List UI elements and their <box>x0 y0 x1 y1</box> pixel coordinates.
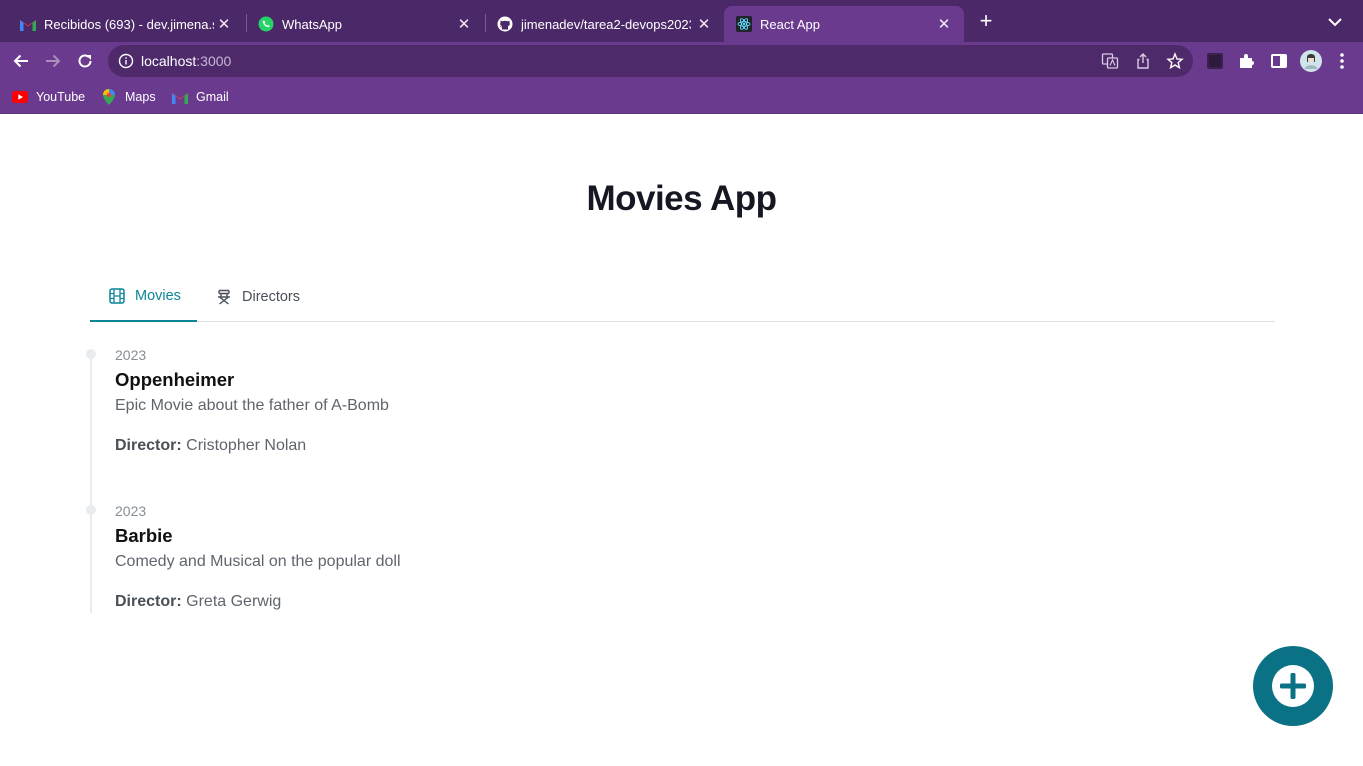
close-icon[interactable]: ✕ <box>454 14 474 34</box>
movie-title: Oppenheimer <box>115 369 235 390</box>
info-icon[interactable] <box>118 53 134 69</box>
timeline-item: 2023 Barbie Comedy and Musical on the po… <box>86 503 890 633</box>
gmail-icon <box>172 89 188 105</box>
side-panel-icon[interactable] <box>1269 51 1289 71</box>
bookmarks-bar: YouTube Maps Gmail <box>0 80 1363 114</box>
close-icon[interactable]: ✕ <box>694 14 714 34</box>
timeline-bullet <box>86 505 96 515</box>
movie-director: Director: Cristopher Nolan <box>115 437 306 455</box>
extensions-puzzle-icon[interactable] <box>1237 51 1257 71</box>
browser-tab-react-app[interactable]: React App ✕ <box>724 6 964 42</box>
whatsapp-icon <box>258 16 274 32</box>
back-arrow-icon[interactable] <box>10 50 32 72</box>
tab-search-chevron-icon[interactable] <box>1324 12 1346 32</box>
director-name: Greta Gerwig <box>186 593 282 610</box>
bookmark-youtube[interactable]: YouTube <box>12 89 85 105</box>
extension-icon[interactable] <box>1205 51 1225 71</box>
movies-timeline: 2023 Oppenheimer Epic Movie about the fa… <box>86 347 1275 613</box>
tab-movies[interactable]: Movies <box>90 272 197 322</box>
kebab-menu-icon[interactable] <box>1334 51 1350 71</box>
tab-list: Movies Directors <box>90 272 1275 322</box>
browser-tab-github[interactable]: jimenadev/tarea2-devops2023 ✕ <box>485 6 724 42</box>
add-movie-button[interactable] <box>1253 646 1333 726</box>
timeline-item: 2023 Oppenheimer Epic Movie about the fa… <box>86 347 890 477</box>
bookmark-label: YouTube <box>36 90 86 104</box>
browser-tab-gmail[interactable]: Recibidos (693) - dev.jimena.s ✕ <box>8 6 244 42</box>
bookmark-gmail[interactable]: Gmail <box>172 89 229 105</box>
url-port: :3000 <box>196 53 232 69</box>
movie-director: Director: Greta Gerwig <box>115 593 281 611</box>
url-host: localhost <box>141 53 197 69</box>
github-icon <box>497 16 513 32</box>
new-tab-button[interactable]: + <box>974 10 998 34</box>
page-title: Movies App <box>586 179 777 218</box>
director-name: Cristopher Nolan <box>186 437 307 454</box>
movie-title: Barbie <box>115 525 173 546</box>
browser-tabstrip: Recibidos (693) - dev.jimena.s ✕ WhatsAp… <box>0 0 1363 42</box>
film-icon <box>108 287 126 305</box>
address-url[interactable]: localhost:3000 <box>141 53 231 69</box>
browser-tab-title: jimenadev/tarea2-devops2023 <box>521 16 691 32</box>
bookmark-label: Maps <box>125 90 156 104</box>
director-label: Director: <box>115 593 182 610</box>
director-label: Director: <box>115 437 182 454</box>
movie-description: Comedy and Musical on the popular doll <box>115 553 401 570</box>
share-icon[interactable] <box>1134 52 1152 70</box>
bookmark-star-icon[interactable] <box>1166 52 1184 70</box>
movie-description: Epic Movie about the father of A-Bomb <box>115 397 389 414</box>
browser-tab-title: WhatsApp <box>282 16 342 32</box>
react-icon <box>736 16 752 32</box>
browser-tab-whatsapp[interactable]: WhatsApp ✕ <box>246 6 484 42</box>
address-bar[interactable]: localhost:3000 <box>108 45 1193 77</box>
tab-label: Movies <box>135 288 181 304</box>
bookmark-label: Gmail <box>196 90 229 104</box>
movie-year: 2023 <box>115 503 147 519</box>
timeline-bullet <box>86 349 96 359</box>
close-icon[interactable]: ✕ <box>934 14 954 34</box>
reload-icon[interactable] <box>74 50 96 72</box>
plus-circle-icon <box>1268 661 1318 711</box>
tab-directors[interactable]: Directors <box>197 272 316 322</box>
tab-label: Directors <box>242 289 301 305</box>
app-page: Movies App Movies Directors 2023 Oppenhe… <box>0 115 1363 766</box>
gmail-icon <box>20 16 36 32</box>
bookmark-maps[interactable]: Maps <box>101 89 156 105</box>
close-icon[interactable]: ✕ <box>214 14 234 34</box>
translate-icon[interactable] <box>1101 52 1119 70</box>
forward-arrow-icon[interactable] <box>42 50 64 72</box>
youtube-icon <box>12 89 28 105</box>
browser-toolbar: localhost:3000 <box>0 42 1363 80</box>
maps-icon <box>101 89 117 105</box>
avatar[interactable] <box>1300 50 1322 72</box>
browser-tab-title: Recibidos (693) - dev.jimena.s <box>44 16 214 32</box>
movie-year: 2023 <box>115 347 147 363</box>
browser-tab-title: React App <box>760 16 820 32</box>
director-chair-icon <box>215 288 233 306</box>
